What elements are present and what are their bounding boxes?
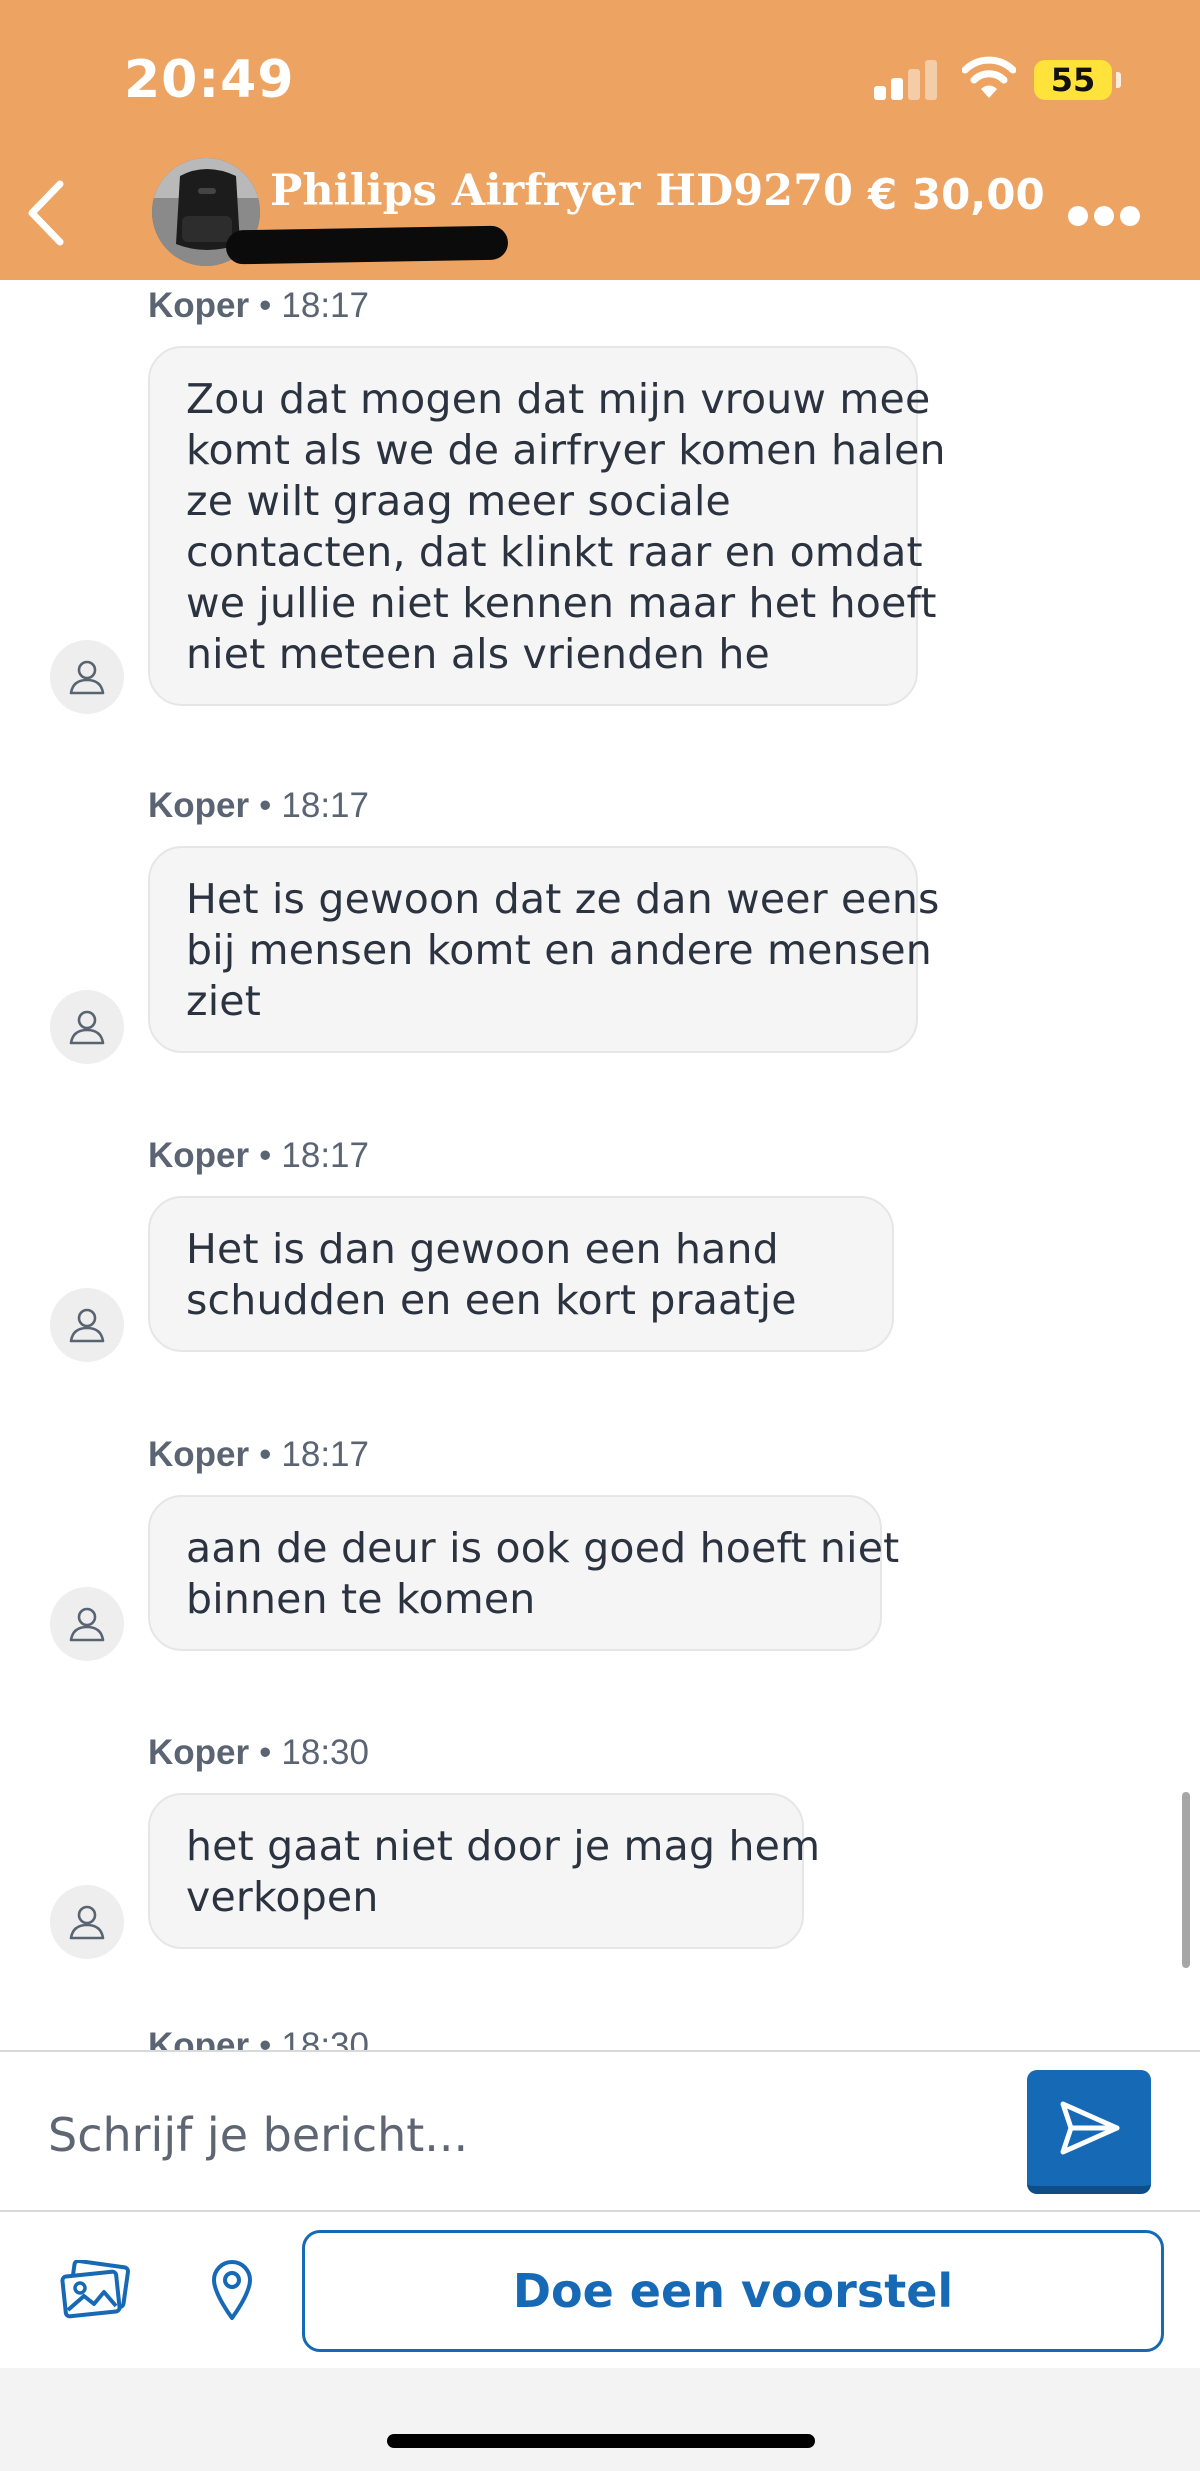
message-text-line: aan de deur is ook goed hoeft niet — [186, 1524, 900, 1572]
user-icon — [69, 1607, 105, 1642]
scrollbar[interactable] — [1182, 1792, 1190, 1968]
message-meta: Koper • 18:17 — [148, 1435, 369, 1474]
message-list[interactable]: Koper • 18:17 Zou dat mogen dat mijn vrouw… — [0, 280, 1200, 2050]
sender-avatar[interactable] — [50, 1885, 124, 1959]
message-meta: Koper • 18:30 — [148, 1733, 369, 1772]
message-text-line: komt als we de airfryer komen halen — [186, 426, 946, 474]
message-time: 18:17 — [281, 786, 369, 825]
battery-tip — [1116, 72, 1121, 88]
sender-avatar[interactable] — [50, 1288, 124, 1362]
sender-avatar[interactable] — [50, 640, 124, 714]
message-sender: Koper — [148, 2026, 250, 2050]
cellular-signal-icon — [874, 56, 938, 100]
message-time: 18:30 — [281, 1733, 369, 1772]
message-text-line: ziet — [186, 977, 262, 1025]
photo-gallery-icon[interactable] — [58, 2260, 132, 2320]
message-input[interactable] — [48, 2100, 988, 2170]
message-text-line: we jullie niet kennen maar het hoeft — [186, 579, 937, 627]
message-bubble: Het is gewoon dat ze dan weer eens bij m… — [148, 846, 940, 1053]
action-bar: Doe een voorstel — [0, 2212, 1200, 2368]
message-text-line: Het is gewoon dat ze dan weer eens — [186, 875, 940, 923]
battery-indicator: 55 — [1034, 60, 1112, 100]
more-horizontal-icon — [1068, 206, 1088, 226]
message-sender: Koper — [148, 1733, 250, 1772]
more-options-button[interactable] — [1064, 196, 1144, 236]
message-text-line: verkopen — [186, 1873, 379, 1921]
message-meta: Koper • 18:17 — [148, 286, 369, 325]
message-sender: Koper — [148, 1136, 250, 1175]
user-icon — [69, 1308, 105, 1343]
message-text-line: het gaat niet door je mag hem — [186, 1822, 821, 1870]
user-icon — [69, 660, 105, 695]
message-text-line: binnen te komen — [186, 1575, 536, 1623]
message-time: 18:30 — [281, 2026, 369, 2050]
message-text-line: Het is dan gewoon een hand — [186, 1225, 779, 1273]
send-button[interactable] — [1027, 2070, 1151, 2194]
message-bubble: het gaat niet door je mag hem verkopen — [148, 1793, 821, 1949]
user-icon — [69, 1905, 105, 1940]
message-time: 18:17 — [281, 286, 369, 325]
message-sender: Koper — [148, 286, 250, 325]
message-meta: Koper • 18:17 — [148, 786, 369, 825]
message-time: 18:17 — [281, 1136, 369, 1175]
sender-avatar[interactable] — [50, 990, 124, 1064]
sender-avatar[interactable] — [50, 1587, 124, 1661]
status-time: 20:49 — [124, 50, 295, 110]
message-text-line: contacten, dat klinkt raar en omdat — [186, 528, 923, 576]
wifi-icon — [962, 56, 1016, 98]
user-icon — [69, 1010, 105, 1045]
chevron-left-icon — [28, 180, 64, 246]
make-offer-button[interactable]: Doe een voorstel — [302, 2230, 1164, 2352]
message-text-line: niet meteen als vrienden he — [186, 630, 770, 678]
message-text-line: schudden en een kort praatje — [186, 1276, 797, 1324]
message-meta: Koper • 18:30 — [148, 2026, 369, 2050]
message-composer — [0, 2050, 1200, 2212]
home-indicator[interactable] — [387, 2434, 815, 2448]
listing-title: Philips Airfryer HD9270 — [270, 166, 853, 216]
message-bubble: Zou dat mogen dat mijn vrouw mee komt al… — [148, 346, 946, 706]
redacted-username — [225, 225, 509, 265]
app-header: 20:49 55 Philips Airfryer HD9270 € 30,00 — [0, 0, 1200, 280]
home-indicator-area — [0, 2368, 1200, 2471]
message-bubble: aan de deur is ook goed hoeft niet binne… — [148, 1495, 900, 1651]
message-text-line: Zou dat mogen dat mijn vrouw mee — [186, 375, 931, 423]
message-text-line: ze wilt graag meer sociale — [186, 477, 731, 525]
back-button[interactable] — [22, 178, 72, 248]
message-sender: Koper — [148, 1435, 250, 1474]
message-meta: Koper • 18:17 — [148, 1136, 369, 1175]
message-sender: Koper — [148, 786, 250, 825]
message-time: 18:17 — [281, 1435, 369, 1474]
message-text-line: bij mensen komt en andere mensen — [186, 926, 932, 974]
send-icon — [1060, 2101, 1120, 2155]
location-pin-icon[interactable] — [208, 2256, 256, 2322]
message-bubble: Het is dan gewoon een hand schudden en e… — [148, 1196, 894, 1352]
listing-price: € 30,00 — [868, 170, 1045, 219]
